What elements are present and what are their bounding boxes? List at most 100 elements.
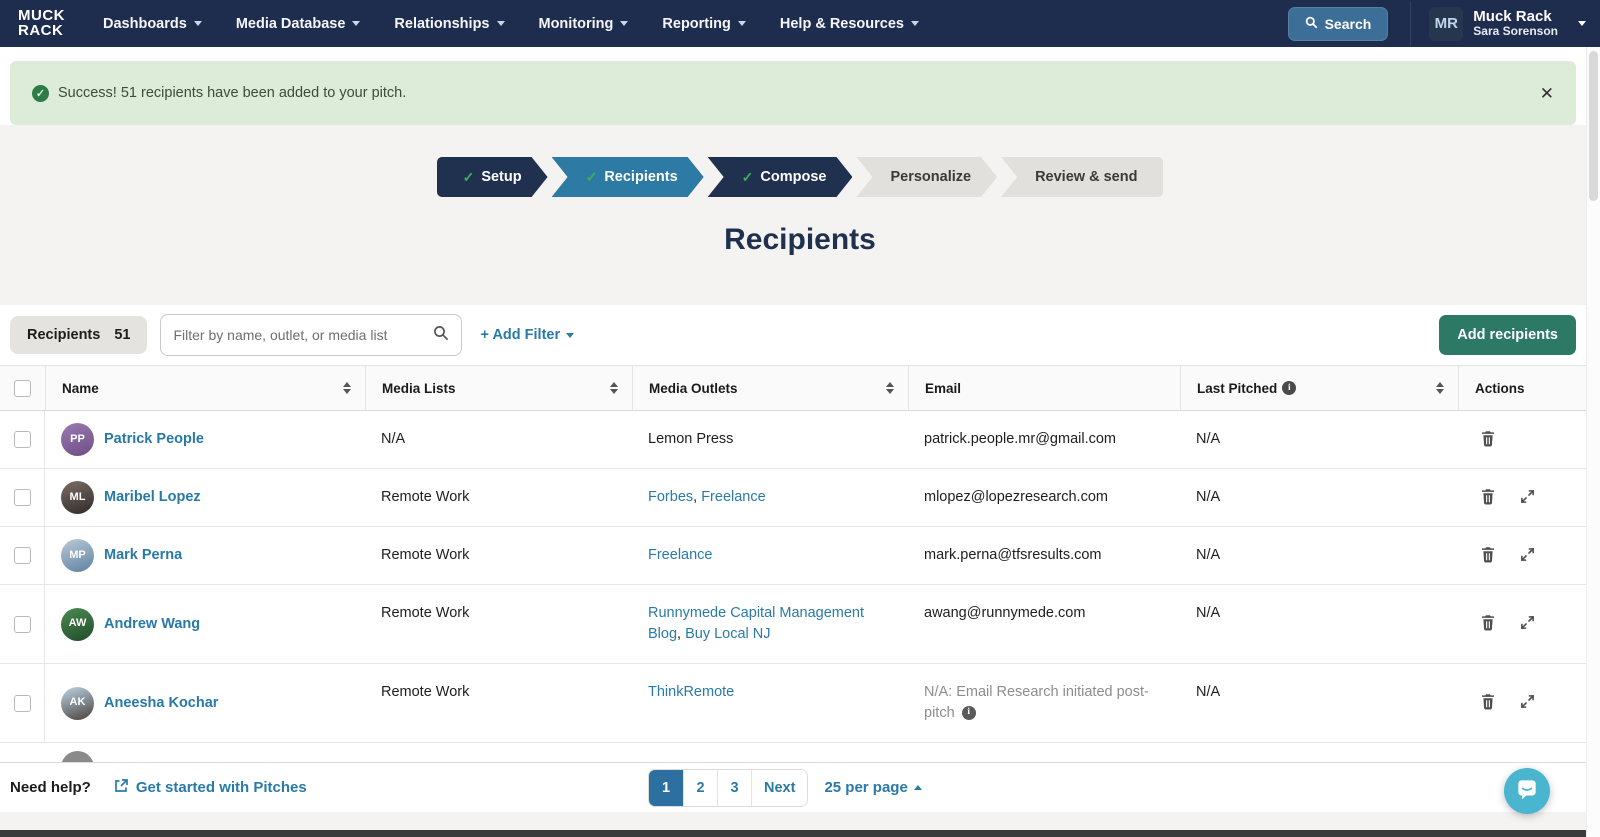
external-link-icon xyxy=(113,778,129,798)
footer-bar: Need help? Get started with Pitches 123N… xyxy=(0,762,1600,812)
expand-row-button[interactable] xyxy=(1518,487,1537,509)
select-all-checkbox[interactable] xyxy=(14,379,31,397)
avatar: ML xyxy=(61,481,94,515)
page-button-3[interactable]: 3 xyxy=(717,769,751,806)
row-checkbox[interactable] xyxy=(13,489,31,507)
filter-search-box xyxy=(160,314,463,356)
step-recipients[interactable]: ✓ Recipients xyxy=(552,157,704,197)
outlet-link[interactable]: ThinkRemote xyxy=(648,684,734,700)
step-compose[interactable]: ✓ Compose xyxy=(708,157,853,197)
chevron-down-icon xyxy=(910,21,919,26)
nav-item-media-database[interactable]: Media Database xyxy=(236,16,361,32)
column-label: Name xyxy=(62,380,99,396)
step-personalize[interactable]: Personalize xyxy=(856,157,997,197)
delete-row-button[interactable] xyxy=(1478,486,1498,510)
actions-cell xyxy=(1458,527,1586,584)
scrollbar[interactable] xyxy=(1586,47,1600,837)
banner-close-icon[interactable]: ✕ xyxy=(1540,85,1554,102)
name-cell: AW Andrew Wang xyxy=(45,585,365,663)
sort-icon[interactable] xyxy=(343,382,351,394)
nav-item-help-resources[interactable]: Help & Resources xyxy=(780,16,919,32)
recipient-name-link[interactable]: Andrew Wang xyxy=(104,614,200,635)
sort-icon[interactable] xyxy=(610,382,618,394)
add-recipients-button[interactable]: Add recipients xyxy=(1439,315,1576,355)
get-started-link[interactable]: Get started with Pitches xyxy=(113,778,307,798)
recipient-name-link[interactable]: Mark Perna xyxy=(104,545,182,566)
account-menu[interactable]: MR Muck Rack Sara Sorenson xyxy=(1429,6,1586,41)
nav-item-monitoring[interactable]: Monitoring xyxy=(539,16,629,32)
outlet-link[interactable]: Freelance xyxy=(701,489,765,505)
delete-row-button[interactable] xyxy=(1478,691,1498,715)
scrollbar-thumb[interactable] xyxy=(1589,51,1598,201)
row-checkbox[interactable] xyxy=(13,615,31,633)
recipient-name-link[interactable]: Maribel Lopez xyxy=(104,487,201,508)
column-header-last-pitched[interactable]: Last Pitched i xyxy=(1180,366,1458,410)
outlet-link[interactable]: Freelance xyxy=(648,547,712,563)
page-title: Recipients xyxy=(724,223,876,256)
delete-row-button[interactable] xyxy=(1478,428,1498,452)
step-setup[interactable]: ✓ Setup xyxy=(437,157,548,197)
chevron-down-icon xyxy=(496,21,505,26)
step-review-send[interactable]: Review & send xyxy=(1001,157,1164,197)
column-header-media-lists[interactable]: Media Lists xyxy=(365,366,632,410)
column-header-name[interactable]: Name xyxy=(45,366,365,410)
media-outlets-cell: Runnymede Capital Management Blog, Buy L… xyxy=(632,585,908,663)
column-label: Actions xyxy=(1475,380,1525,396)
recipients-count-tab[interactable]: Recipients 51 xyxy=(10,316,148,354)
row-checkbox[interactable] xyxy=(13,431,31,448)
media-lists-cell: Remote Work xyxy=(381,547,470,564)
expand-icon xyxy=(1520,615,1535,633)
delete-row-button[interactable] xyxy=(1478,544,1498,568)
page-button-next[interactable]: Next xyxy=(751,769,808,806)
trash-icon xyxy=(1480,614,1496,634)
filter-search-input[interactable] xyxy=(173,327,434,343)
expand-icon xyxy=(1520,489,1535,507)
row-checkbox[interactable] xyxy=(13,547,31,565)
nav-item-label: Dashboards xyxy=(103,15,187,32)
chat-widget-button[interactable] xyxy=(1504,768,1550,814)
row-checkbox-cell xyxy=(0,664,45,743)
table-row: AW Andrew Wang Remote Work Runnymede Cap… xyxy=(0,585,1586,665)
muckrack-logo[interactable]: MUCK RACK xyxy=(18,8,65,39)
row-checkbox[interactable] xyxy=(13,694,31,712)
avatar: AW xyxy=(61,607,94,641)
select-all-checkbox-cell[interactable] xyxy=(0,366,45,410)
chevron-up-icon xyxy=(913,785,922,790)
expand-icon xyxy=(1520,547,1535,565)
logo-line-2: RACK xyxy=(18,21,64,39)
recipients-tab-label: Recipients xyxy=(27,327,101,343)
step-label: Recipients xyxy=(604,169,678,185)
avatar: AK xyxy=(61,686,94,720)
check-icon: ✓ xyxy=(585,168,598,185)
nav-item-label: Reporting xyxy=(662,15,731,32)
chevron-down-icon xyxy=(1578,21,1586,26)
expand-row-button[interactable] xyxy=(1518,545,1537,567)
nav-item-reporting[interactable]: Reporting xyxy=(662,15,746,32)
media-outlets-cell: Freelance xyxy=(632,527,908,584)
actions-cell xyxy=(1458,411,1586,468)
info-icon[interactable]: i xyxy=(961,706,976,721)
info-icon[interactable]: i xyxy=(1282,381,1297,395)
step-label: Compose xyxy=(760,169,827,185)
recipient-name-link[interactable]: Aneesha Kochar xyxy=(104,693,218,714)
nav-item-dashboards[interactable]: Dashboards xyxy=(103,16,202,32)
page-button-2[interactable]: 2 xyxy=(683,769,717,806)
expand-row-button[interactable] xyxy=(1518,613,1537,635)
nav-item-relationships[interactable]: Relationships xyxy=(394,16,505,32)
outlet-link[interactable]: Buy Local NJ xyxy=(685,626,770,642)
nav-divider xyxy=(1410,0,1412,47)
bottom-area: Need help? Get started with Pitches 123N… xyxy=(0,762,1600,837)
sort-icon[interactable] xyxy=(886,382,894,394)
outlet-link[interactable]: Forbes xyxy=(648,489,693,505)
search-button-label: Search xyxy=(1324,15,1372,32)
per-page-selector[interactable]: 25 per page xyxy=(824,779,922,796)
column-header-media-outlets[interactable]: Media Outlets xyxy=(632,366,908,410)
delete-row-button[interactable] xyxy=(1478,612,1498,636)
expand-row-button[interactable] xyxy=(1518,692,1537,714)
search-button[interactable]: Search xyxy=(1287,6,1389,41)
add-filter-button[interactable]: + Add Filter xyxy=(480,327,575,343)
recipient-name-link[interactable]: Patrick People xyxy=(104,429,204,450)
sort-icon[interactable] xyxy=(1436,382,1444,394)
page-button-1[interactable]: 1 xyxy=(649,769,683,806)
banner-wrap: ✓ Success! 51 recipients have been added… xyxy=(0,47,1600,125)
